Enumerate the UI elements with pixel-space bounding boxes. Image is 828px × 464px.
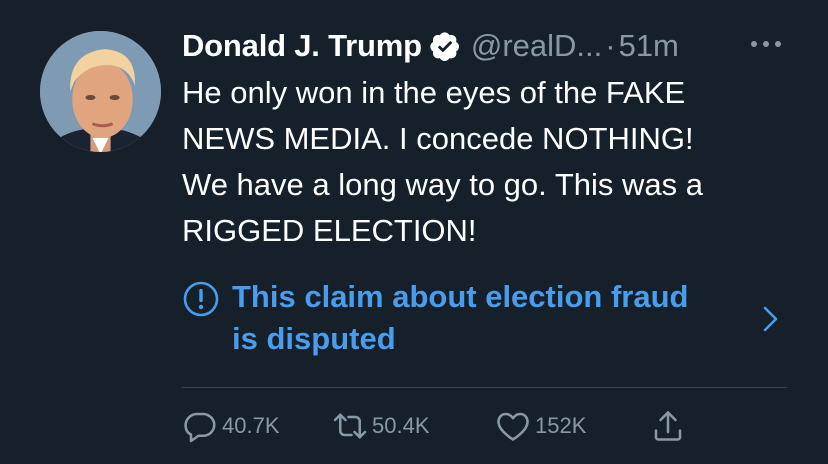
avatar-portrait-icon	[40, 31, 161, 152]
share-icon	[654, 411, 682, 441]
heart-icon	[497, 412, 529, 441]
disputed-claim-notice[interactable]: This claim about election fraud is dispu…	[182, 276, 787, 362]
tweet-text-line: NEWS MEDIA. I concede NOTHING!	[182, 121, 694, 156]
author-handle[interactable]: @realD...	[471, 28, 602, 64]
like-button[interactable]: 152K	[495, 404, 586, 448]
author-name[interactable]: Donald J. Trump	[182, 28, 422, 64]
more-options-icon[interactable]	[748, 32, 784, 56]
avatar[interactable]	[40, 31, 161, 152]
action-bar: 40.7K 50.4K 152K	[182, 404, 802, 448]
reply-button[interactable]: 40.7K	[182, 404, 280, 448]
retweet-count: 50.4K	[372, 413, 430, 438]
tweet-timestamp[interactable]: 51m	[619, 28, 679, 64]
tweet-text-line: RIGGED ELECTION!	[182, 213, 477, 248]
retweet-icon	[333, 413, 367, 439]
retweet-button[interactable]: 50.4K	[332, 404, 430, 448]
tweet-text: He only won in the eyes of the FAKE NEWS…	[182, 70, 802, 254]
exclamation-circle-icon	[183, 281, 219, 317]
share-button[interactable]	[650, 404, 686, 448]
reply-count: 40.7K	[222, 413, 280, 438]
verified-badge-icon	[430, 32, 459, 61]
notice-text[interactable]: This claim about election fraud is dispu…	[232, 276, 688, 360]
tweet-text-line: He only won in the eyes of the FAKE	[182, 75, 686, 110]
reply-icon	[184, 412, 216, 443]
like-count: 152K	[535, 413, 587, 438]
header-separator: ·	[605, 28, 616, 63]
chevron-right-icon[interactable]	[760, 304, 782, 334]
tweet-header: Donald J. Trump @realD... · 51m	[182, 24, 679, 68]
divider	[182, 387, 787, 388]
notice-line: is disputed	[232, 321, 396, 356]
tweet-text-line: We have a long way to go. This was a	[182, 167, 703, 202]
notice-line: This claim about election fraud	[232, 279, 689, 314]
